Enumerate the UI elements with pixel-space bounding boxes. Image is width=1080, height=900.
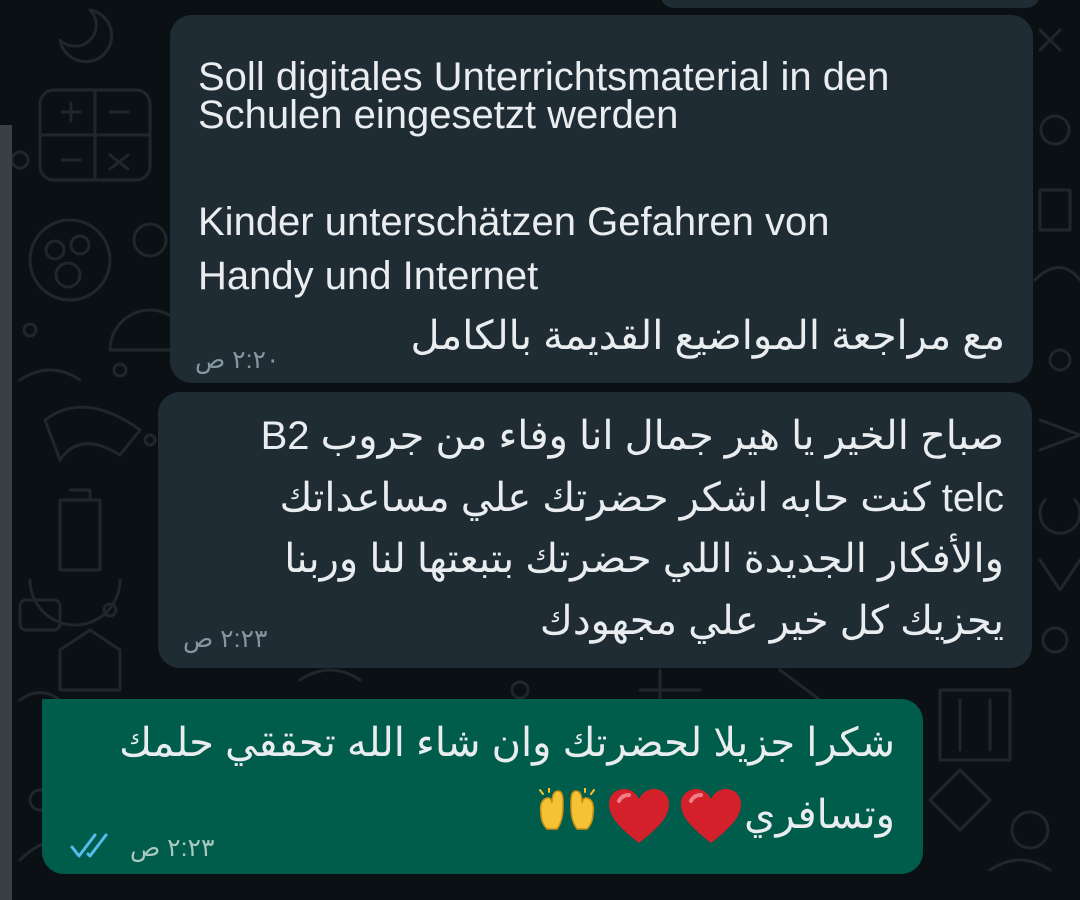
- message-text-line: يجزيك كل خير علي مجهودك: [539, 599, 1004, 643]
- message-text-line: مع مراجعة المواضيع القديمة بالكامل: [410, 314, 1005, 358]
- red-heart-emoji-icon: [681, 789, 741, 843]
- message-text-line: شكرا جزيلا لحضرتك وان شاء الله تحققي حلم…: [119, 721, 895, 765]
- message-text-line: Schulen eingesetzt werden: [198, 93, 679, 137]
- message-timestamp: ٢:٢٣ ص: [183, 625, 268, 653]
- raised-hands-emoji-icon: [539, 788, 595, 830]
- message-text-line: والأفكار الجديدة اللي حضرتك بتبعتها لنا …: [284, 537, 1004, 581]
- message-text-line: وتسافري: [744, 793, 895, 837]
- message-bubble-outgoing[interactable]: شكرا جزيلا لحضرتك وان شاء الله تحققي حلم…: [42, 699, 923, 874]
- previous-message-bubble-edge: [660, 0, 1040, 8]
- message-bubble-incoming[interactable]: Soll digitales Unterrichtsmaterial in de…: [170, 15, 1033, 383]
- message-timestamp: ٢:٢٣ ص: [130, 834, 215, 862]
- scroll-edge: [0, 125, 12, 900]
- read-receipt-double-check-icon: [70, 833, 108, 858]
- message-bubble-incoming[interactable]: صباح الخير يا هير جمال انا وفاء من جروب …: [158, 392, 1032, 668]
- message-text-line: Kinder unterschätzen Gefahren von: [198, 200, 830, 244]
- message-timestamp: ٢:٢٠ ص: [195, 346, 280, 374]
- red-heart-emoji-icon: [609, 789, 669, 843]
- message-text-line: telc كنت حابه اشكر حضرتك علي مساعداتك: [279, 476, 1005, 520]
- emoji-row: [535, 787, 743, 845]
- message-text-line: Handy und Internet: [198, 254, 539, 298]
- message-text-line: صباح الخير يا هير جمال انا وفاء من جروب …: [260, 414, 1004, 458]
